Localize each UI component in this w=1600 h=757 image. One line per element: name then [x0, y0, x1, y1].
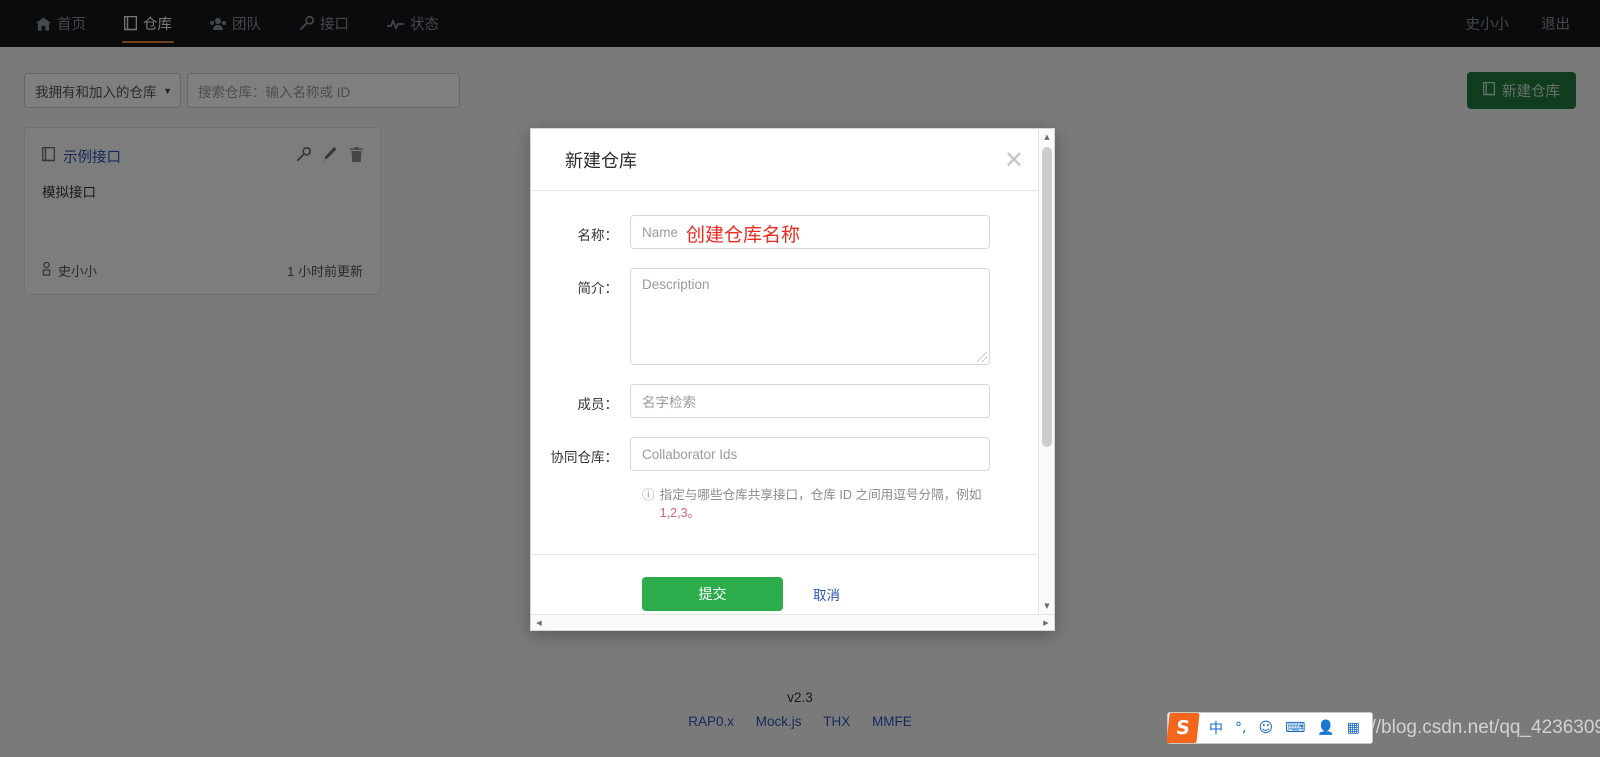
form-row-name: 名称： Name 创建仓库名称 — [531, 215, 1054, 249]
ime-emoji-icon[interactable]: ☺ — [1252, 720, 1279, 736]
collaborators-input-placeholder: Collaborator Ids — [642, 446, 738, 462]
modal-title: 新建仓库 — [565, 150, 637, 171]
name-field-label: 名称： — [577, 228, 619, 243]
description-field-wrap: Description — [630, 268, 990, 365]
help-text-example: 1,2,3。 — [659, 506, 701, 520]
sogou-logo-icon[interactable]: S — [1166, 713, 1200, 743]
submit-button-label: 提交 — [698, 585, 727, 602]
help-text-body: 指定与哪些仓库共享接口，仓库 ID 之间用逗号分隔，例如 1,2,3。 — [660, 486, 1002, 522]
scroll-right-icon[interactable]: ▶ — [1038, 615, 1054, 630]
name-field-wrap: Name 创建仓库名称 — [630, 215, 990, 249]
scroll-up-icon[interactable]: ▲ — [1039, 129, 1054, 145]
app-root: 首页 仓库 团队 接口 — [0, 0, 1600, 757]
form-row-collaborators: 协同仓库： Collaborator Ids — [531, 437, 1054, 471]
collaborators-field-label: 协同仓库： — [550, 450, 619, 465]
modal-body: 名称： Name 创建仓库名称 简介： Description 成员： 名字检索… — [531, 191, 1054, 554]
collaborators-help-text: ⓘ 指定与哪些仓库共享接口，仓库 ID 之间用逗号分隔，例如 1,2,3。 — [630, 486, 1002, 522]
modal-inner: 新建仓库 ✕ 名称： Name 创建仓库名称 简介： Description 成… — [531, 129, 1054, 630]
ime-punctuation-icon[interactable]: °, — [1229, 720, 1252, 736]
collaborators-field-wrap: Collaborator Ids — [630, 437, 990, 471]
description-field-label: 简介： — [577, 281, 619, 296]
modal-horizontal-scrollbar[interactable]: ◀ ▶ — [531, 614, 1054, 630]
info-icon: ⓘ — [642, 487, 655, 502]
submit-button[interactable]: 提交 — [642, 576, 783, 611]
members-field-label: 成员： — [577, 397, 619, 412]
ime-toolbox-icon[interactable]: ▦ — [1341, 720, 1366, 736]
vertical-scroll-thumb[interactable] — [1042, 147, 1052, 447]
scroll-left-icon[interactable]: ◀ — [531, 615, 547, 630]
members-input-placeholder: 名字检索 — [642, 395, 696, 410]
ime-toolbar: S 中 °, ☺ ⌨ 👤 ▦ — [1166, 712, 1373, 744]
form-row-description: 简介： Description — [531, 268, 1054, 365]
ime-language-mode[interactable]: 中 — [1203, 718, 1229, 738]
name-input-placeholder: Name — [642, 224, 679, 240]
description-placeholder: Description — [642, 277, 710, 292]
ime-user-icon[interactable]: 👤 — [1311, 720, 1340, 736]
members-input[interactable]: 名字检索 — [630, 384, 990, 418]
modal-vertical-scrollbar[interactable]: ▲ ▼ — [1038, 129, 1054, 614]
description-textarea[interactable]: Description — [630, 268, 990, 365]
scroll-down-icon[interactable]: ▼ — [1039, 598, 1054, 614]
close-icon[interactable]: ✕ — [1004, 148, 1024, 172]
ime-keyboard-icon[interactable]: ⌨ — [1279, 720, 1311, 736]
help-text-main: 指定与哪些仓库共享接口，仓库 ID 之间用逗号分隔，例如 — [659, 488, 982, 502]
form-row-members: 成员： 名字检索 — [531, 384, 1054, 418]
new-repository-modal: 新建仓库 ✕ 名称： Name 创建仓库名称 简介： Description 成… — [530, 128, 1055, 631]
collaborators-input[interactable]: Collaborator Ids — [630, 437, 990, 471]
name-input[interactable]: Name — [630, 215, 990, 249]
cancel-link[interactable]: 取消 — [813, 584, 840, 604]
members-field-wrap: 名字检索 — [630, 384, 990, 418]
modal-header: 新建仓库 ✕ — [531, 129, 1054, 191]
